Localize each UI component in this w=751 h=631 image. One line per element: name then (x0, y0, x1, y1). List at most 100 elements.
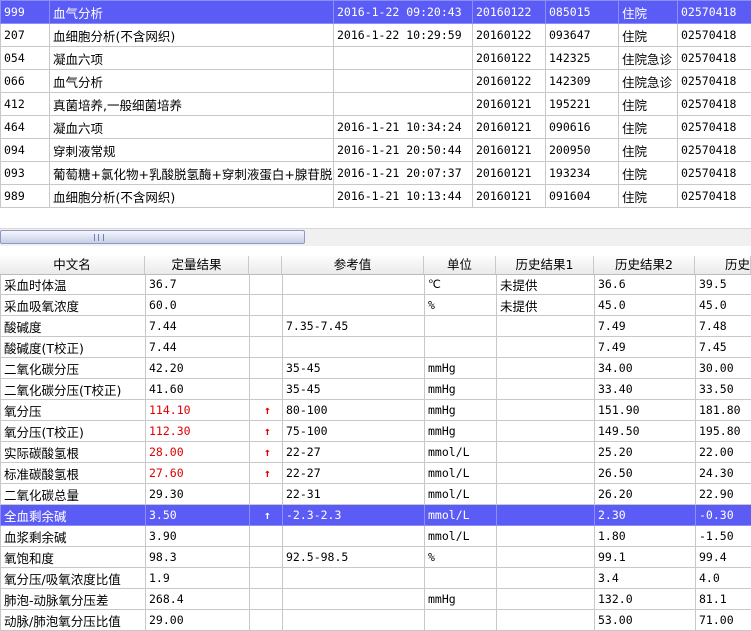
request-row[interactable]: 094穿刺液常规2016-1-21 20:50:4420160121200950… (1, 139, 751, 162)
request-cell-collect-time (334, 70, 473, 93)
request-cell-sample-no: 195221 (546, 93, 619, 116)
request-cell-date: 20160121 (473, 116, 546, 139)
result-name: 酸碱度 (1, 316, 146, 337)
request-cell-collect-time: 2016-1-21 10:34:24 (334, 116, 473, 139)
result-history-3: 22.00 (696, 442, 751, 463)
result-unit: mmol/L (425, 484, 497, 505)
result-history-3: 81.1 (696, 589, 751, 610)
result-flag-up-arrow-icon (250, 337, 283, 358)
result-history-2: 36.6 (595, 274, 696, 295)
column-header-value[interactable]: 定量结果 (145, 256, 249, 274)
splitter[interactable] (0, 246, 751, 256)
result-flag-up-arrow-icon (250, 589, 283, 610)
result-flag-up-arrow-icon (250, 379, 283, 400)
result-history-3: 39.5 (696, 274, 751, 295)
request-cell-date: 20160121 (473, 185, 546, 208)
column-header-history-1[interactable]: 历史结果1 (496, 256, 594, 274)
result-history-2: 149.50 (595, 421, 696, 442)
result-row[interactable]: 氧分压/吸氧浓度比值1.93.44.0 (1, 568, 751, 589)
request-cell-sample-no: 093647 (546, 24, 619, 47)
result-history-1: 未提供 (497, 274, 595, 295)
request-cell-dept: 住院 (619, 93, 678, 116)
result-value: 36.7 (146, 274, 250, 295)
horizontal-scrollbar[interactable] (0, 228, 751, 247)
result-value: 3.50 (146, 505, 250, 526)
result-row[interactable]: 氧分压114.10↑80-100mmHg151.90181.80 (1, 400, 751, 421)
result-name: 氧分压(T校正) (1, 421, 146, 442)
result-row[interactable]: 酸碱度7.447.35-7.457.497.48 (1, 316, 751, 337)
request-cell-date: 20160122 (473, 70, 546, 93)
request-row[interactable]: 054凝血六项20160122142325住院急诊02570418 (1, 47, 751, 70)
request-row[interactable]: 412真菌培养,一般细菌培养20160121195221住院02570418 (1, 93, 751, 116)
request-cell-patient-id: 02570418 (678, 1, 751, 24)
result-row[interactable]: 标准碳酸氢根27.60↑22-27mmol/L26.5024.30 (1, 463, 751, 484)
result-history-3: -0.30 (696, 505, 751, 526)
request-cell-sample-no: 090616 (546, 116, 619, 139)
result-history-2: 1.80 (595, 526, 696, 547)
result-value: 3.90 (146, 526, 250, 547)
result-row[interactable]: 采血吸氧浓度60.0%未提供45.045.0 (1, 295, 751, 316)
result-row[interactable]: 实际碳酸氢根28.00↑22-27mmol/L25.2022.00 (1, 442, 751, 463)
result-history-2: 26.50 (595, 463, 696, 484)
result-unit: mmol/L (425, 526, 497, 547)
result-reference (283, 610, 425, 631)
request-cell-dept: 住院 (619, 162, 678, 185)
result-row[interactable]: 氧分压(T校正)112.30↑75-100mmHg149.50195.80 (1, 421, 751, 442)
request-cell-test-name: 凝血六项 (50, 47, 334, 70)
request-cell-patient-id: 02570418 (678, 93, 751, 116)
result-row[interactable]: 二氧化碳总量29.3022-31mmol/L26.2022.90 (1, 484, 751, 505)
result-history-2: 132.0 (595, 589, 696, 610)
request-cell-patient-id: 02570418 (678, 70, 751, 93)
request-cell-patient-id: 02570418 (678, 162, 751, 185)
result-name: 动脉/肺泡氧分压比值 (1, 610, 146, 631)
result-history-1 (497, 358, 595, 379)
result-name: 肺泡-动脉氧分压差 (1, 589, 146, 610)
request-row[interactable]: 989血细胞分析(不含网织)2016-1-21 10:13:4420160121… (1, 185, 751, 208)
scrollbar-thumb[interactable] (0, 230, 305, 244)
result-history-2: 7.49 (595, 337, 696, 358)
result-history-2: 25.20 (595, 442, 696, 463)
request-cell-test-name: 穿刺液常规 (50, 139, 334, 162)
result-row[interactable]: 全血剩余碱3.50↑-2.3-2.3mmol/L2.30-0.30 (1, 505, 751, 526)
column-header-history-2[interactable]: 历史结果2 (594, 256, 695, 274)
result-history-2: 3.4 (595, 568, 696, 589)
result-history-3: 4.0 (696, 568, 751, 589)
result-unit: mmHg (425, 379, 497, 400)
result-history-2: 7.49 (595, 316, 696, 337)
result-row[interactable]: 氧饱和度98.392.5-98.5%99.199.4 (1, 547, 751, 568)
request-cell-code: 093 (1, 162, 50, 185)
result-history-3: 24.30 (696, 463, 751, 484)
request-row[interactable]: 093葡萄糖+氯化物+乳酸脱氢酶+穿刺液蛋白+腺苷脱2016-1-21 20:0… (1, 162, 751, 185)
result-row[interactable]: 二氧化碳分压(T校正)41.6035-45mmHg33.4033.50 (1, 379, 751, 400)
request-row[interactable]: 999血气分析2016-1-22 09:20:4320160122085015住… (1, 1, 751, 24)
result-name: 采血时体温 (1, 274, 146, 295)
result-row[interactable]: 采血时体温36.7℃未提供36.639.5 (1, 274, 751, 295)
result-row[interactable]: 动脉/肺泡氧分压比值29.0053.0071.00 (1, 610, 751, 631)
request-cell-test-name: 真菌培养,一般细菌培养 (50, 93, 334, 116)
result-history-3: 181.80 (696, 400, 751, 421)
column-header-reference[interactable]: 参考值 (282, 256, 424, 274)
request-row[interactable]: 464凝血六项2016-1-21 10:34:2420160121090616住… (1, 116, 751, 139)
result-value: 114.10 (146, 400, 250, 421)
request-row[interactable]: 066血气分析20160122142309住院急诊02570418 (1, 70, 751, 93)
column-header-history-3[interactable]: 历史结 (695, 256, 751, 274)
result-row[interactable]: 酸碱度(T校正)7.447.497.45 (1, 337, 751, 358)
result-history-1 (497, 484, 595, 505)
result-history-1 (497, 526, 595, 547)
request-cell-test-name: 葡萄糖+氯化物+乳酸脱氢酶+穿刺液蛋白+腺苷脱 (50, 162, 334, 185)
request-row[interactable]: 207血细胞分析(不含网织)2016-1-22 10:29:5920160122… (1, 24, 751, 47)
result-row[interactable]: 血浆剩余碱3.90mmol/L1.80-1.50 (1, 526, 751, 547)
result-row[interactable]: 二氧化碳分压42.2035-45mmHg34.0030.00 (1, 358, 751, 379)
result-history-2: 45.0 (595, 295, 696, 316)
result-reference: 92.5-98.5 (283, 547, 425, 568)
column-header-unit[interactable]: 单位 (424, 256, 496, 274)
result-unit (425, 337, 497, 358)
column-header-flag[interactable] (249, 256, 282, 274)
result-history-1 (497, 316, 595, 337)
result-name: 全血剩余碱 (1, 505, 146, 526)
result-unit: mmol/L (425, 442, 497, 463)
column-header-name[interactable]: 中文名 (0, 256, 145, 274)
result-row[interactable]: 肺泡-动脉氧分压差268.4mmHg132.081.1 (1, 589, 751, 610)
result-history-1 (497, 463, 595, 484)
request-cell-date: 20160121 (473, 139, 546, 162)
